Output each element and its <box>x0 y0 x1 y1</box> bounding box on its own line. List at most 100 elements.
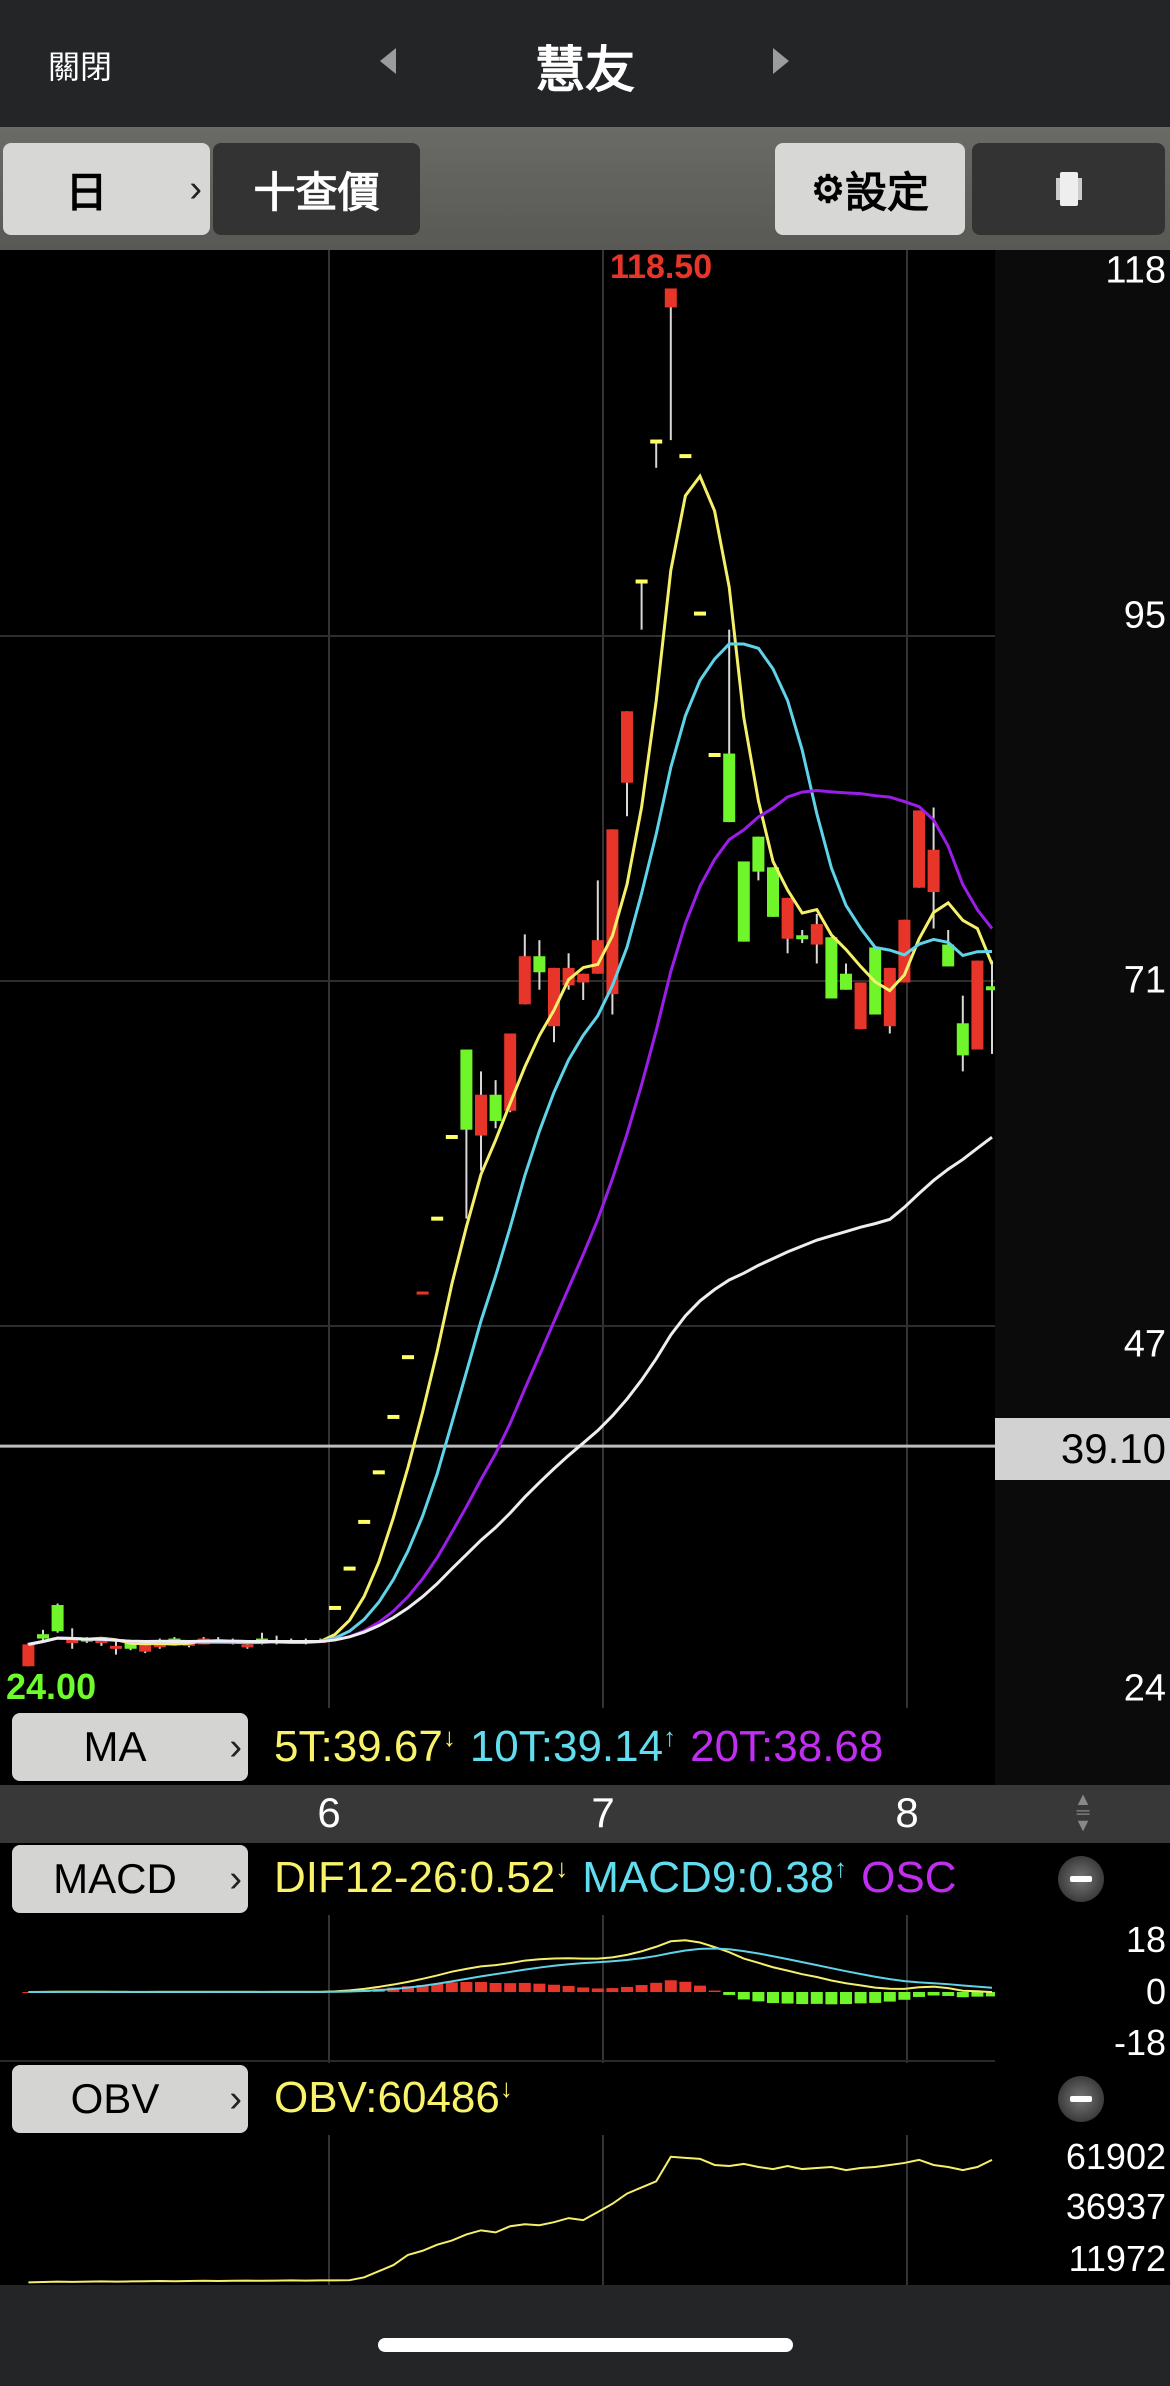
macd-histogram-bar <box>635 1985 648 1992</box>
candle-body <box>533 956 546 973</box>
macd-histogram-bar <box>883 1992 896 2002</box>
candle-dash <box>343 1566 356 1571</box>
macd-histogram-bar <box>840 1992 852 2005</box>
macd-axis-label: 0 <box>1145 1971 1166 2012</box>
ma-button[interactable]: MA › <box>12 1713 248 1781</box>
macd-histogram-bar <box>694 1985 706 1992</box>
obv-button-label: OBV <box>70 2075 160 2122</box>
obv-axis-label: 36937 <box>1065 2186 1166 2227</box>
candle-body <box>913 810 925 888</box>
candle-dash <box>708 753 721 758</box>
candle-body <box>810 924 823 945</box>
date-label: 6 <box>317 1789 341 1836</box>
macd-axis: 18 0 -18 <box>995 1915 1170 2063</box>
macd-button[interactable]: MACD › <box>12 1845 248 1913</box>
down-arrow-icon: ↓ <box>442 1722 456 1752</box>
dif-value: DIF12-26:0.52 <box>274 1853 556 1902</box>
ma5-value: 5T:39.67 <box>274 1722 443 1771</box>
macd-histogram-bar <box>577 1987 590 1992</box>
ma-button-label: MA <box>83 1723 147 1770</box>
chevron-right-icon: › <box>229 1725 242 1768</box>
candle-body <box>737 861 750 942</box>
macd-histogram-bar <box>781 1992 794 2004</box>
macd-histogram-bar <box>621 1986 633 1992</box>
obv-value: OBV:60486 <box>274 2073 500 2122</box>
bottom-bar <box>0 2285 1170 2386</box>
ma20-line <box>28 789 994 1646</box>
macd-histogram-bar <box>504 1983 517 1992</box>
candle-body <box>752 836 765 872</box>
remove-macd-button[interactable] <box>1058 1856 1104 1902</box>
obv-line <box>28 2155 993 2284</box>
macd-histogram-bar <box>664 1980 677 1992</box>
macd-histogram-bar <box>489 1983 502 1992</box>
macd-axis-label: 18 <box>1125 1919 1166 1960</box>
macd-row: MACD › DIF12-26:0.52↓ MACD9:0.38↑ OSC <box>0 1843 1170 1915</box>
candle-body <box>37 1634 49 1639</box>
macd-histogram-bar <box>460 1982 473 1992</box>
candles <box>22 288 995 1667</box>
candle-body <box>51 1605 64 1632</box>
obv-button[interactable]: OBV › <box>12 2065 248 2133</box>
high-price-label: 118.50 <box>610 248 713 286</box>
home-indicator[interactable] <box>378 2338 793 2352</box>
candle-body <box>416 1291 429 1295</box>
candle-body <box>518 956 531 1005</box>
macd-histogram-bar <box>562 1986 575 1992</box>
macd-histogram-bar <box>869 1992 882 2003</box>
candle-body <box>577 973 590 983</box>
macd-histogram-bar <box>548 1984 560 1992</box>
candle-body <box>664 288 677 308</box>
macd-histogram-bar <box>810 1992 823 2004</box>
candle-body <box>66 1640 79 1644</box>
date-axis: 6 7 8 ▲ ═ ▼ <box>0 1785 1170 1843</box>
macd-histogram-bar <box>942 1992 955 1996</box>
up-arrow-icon: ↑ <box>663 1722 677 1752</box>
macd-histogram-bar <box>606 1988 619 1992</box>
obv-axis: 61902 36937 11972 <box>995 2135 1170 2285</box>
chevron-right-icon: › <box>229 2077 242 2120</box>
obv-plot <box>28 2155 993 2284</box>
candle-body <box>781 897 794 939</box>
macd-histogram-bar <box>927 1992 940 1996</box>
candle-body <box>927 849 940 893</box>
down-arrow-icon: ↓ <box>555 1853 569 1883</box>
candle-dash <box>445 1135 458 1140</box>
obv-axis-label: 11972 <box>1068 2238 1166 2279</box>
date-label: 8 <box>895 1789 919 1836</box>
macd-histogram-bar <box>796 1992 809 2005</box>
macd-histogram-bar <box>854 1992 867 2004</box>
macd-button-label: MACD <box>53 1855 177 1902</box>
macd-histogram-bar <box>737 1992 750 2000</box>
macd-histogram-bar <box>898 1992 911 2000</box>
candle-body <box>606 829 619 995</box>
macd-axis-label: -18 <box>1113 2022 1166 2063</box>
candle-body <box>22 1644 35 1667</box>
candle-dash <box>986 986 995 991</box>
resize-handle-icon[interactable]: ▲ ═ ▼ <box>1072 1790 1094 1835</box>
macd-histogram-bar <box>533 1983 546 1992</box>
candle-body <box>840 973 852 990</box>
macd-histogram-bar <box>475 1982 487 1992</box>
up-arrow-icon: ↑ <box>834 1853 848 1883</box>
candle-body <box>971 960 984 1050</box>
candle-body <box>621 711 633 783</box>
chevron-right-icon: › <box>229 1857 242 1900</box>
ma20-value: 20T:38.68 <box>690 1722 884 1771</box>
candle-body <box>475 1094 487 1136</box>
osc-value: OSC <box>861 1853 957 1902</box>
macd-histogram-bar <box>679 1981 692 1992</box>
ma10-value: 10T:39.14 <box>469 1722 664 1771</box>
candle-body <box>110 1645 122 1649</box>
candle-dash <box>431 1216 444 1221</box>
candle-body <box>854 982 867 1030</box>
candle-dash <box>372 1470 385 1475</box>
macd9-value: MACD9:0.38 <box>582 1853 835 1902</box>
macd-histogram-bar <box>518 1982 531 1992</box>
candle-dash <box>387 1414 400 1419</box>
obv-axis-label: 61902 <box>1065 2136 1166 2177</box>
candle-dash <box>796 935 809 940</box>
remove-obv-button[interactable] <box>1058 2076 1104 2122</box>
macd-histogram-bar <box>825 1992 838 2005</box>
candle-dash <box>650 439 663 444</box>
